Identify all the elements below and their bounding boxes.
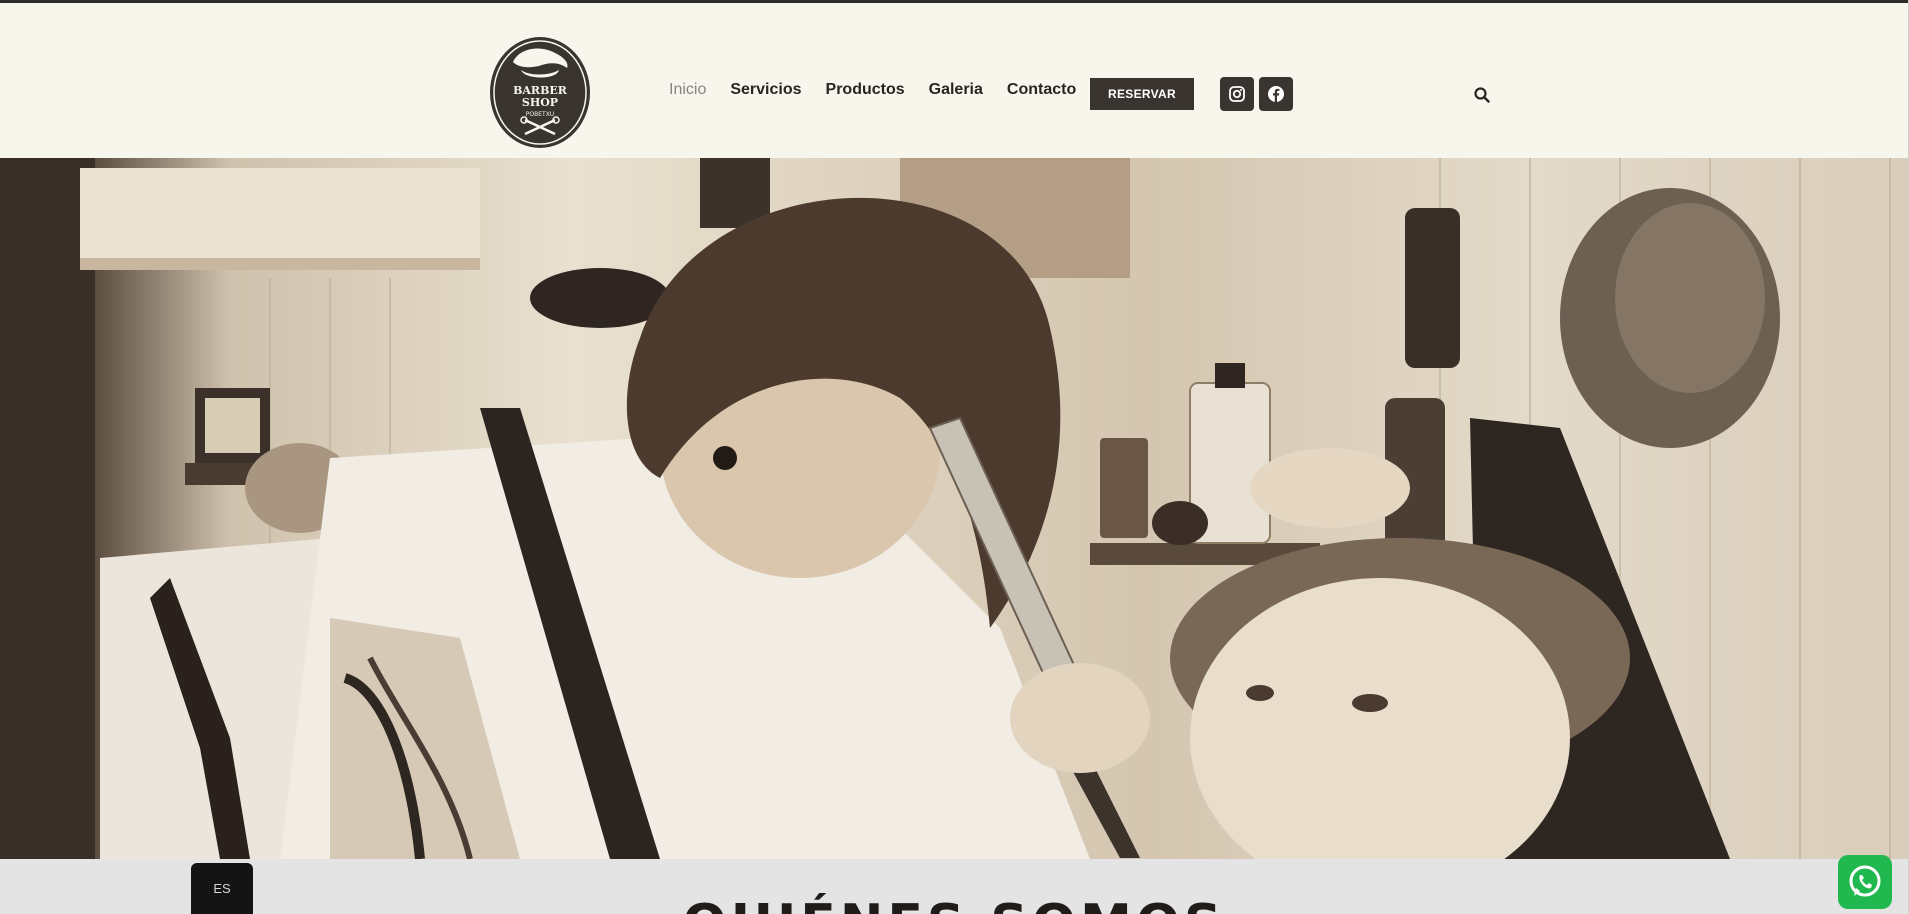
hero-photo <box>0 158 1908 859</box>
hero-image <box>0 158 1908 859</box>
logo-text-2: SHOP <box>522 96 558 109</box>
facebook-button[interactable] <box>1259 77 1293 111</box>
main-nav: Inicio Servicios Productos Galeria Conta… <box>669 81 1100 99</box>
site-logo[interactable]: BARBER SHOP POBETXU <box>489 36 591 149</box>
about-title: QUIÉNES SOMOS <box>0 898 1908 914</box>
search-icon <box>1474 87 1490 103</box>
nav-item-contacto[interactable]: Contacto <box>1007 81 1076 99</box>
site-header: BARBER SHOP POBETXU Inicio Servicios Pro… <box>0 3 1908 158</box>
reservar-button[interactable]: RESERVAR <box>1090 78 1194 110</box>
logo-text-3: POBETXU <box>526 111 554 118</box>
whatsapp-button[interactable] <box>1838 855 1892 909</box>
nav-item-productos[interactable]: Productos <box>826 81 905 99</box>
about-section: QUIÉNES SOMOS <box>0 859 1908 914</box>
instagram-button[interactable] <box>1220 77 1254 111</box>
instagram-icon <box>1229 86 1245 102</box>
nav-item-inicio[interactable]: Inicio <box>669 81 706 99</box>
nav-item-servicios[interactable]: Servicios <box>730 81 801 99</box>
search-button[interactable] <box>1473 86 1491 104</box>
facebook-icon <box>1268 86 1284 102</box>
whatsapp-icon <box>1849 865 1881 897</box>
language-switcher[interactable]: ES <box>191 863 253 914</box>
nav-item-galeria[interactable]: Galeria <box>929 81 983 99</box>
